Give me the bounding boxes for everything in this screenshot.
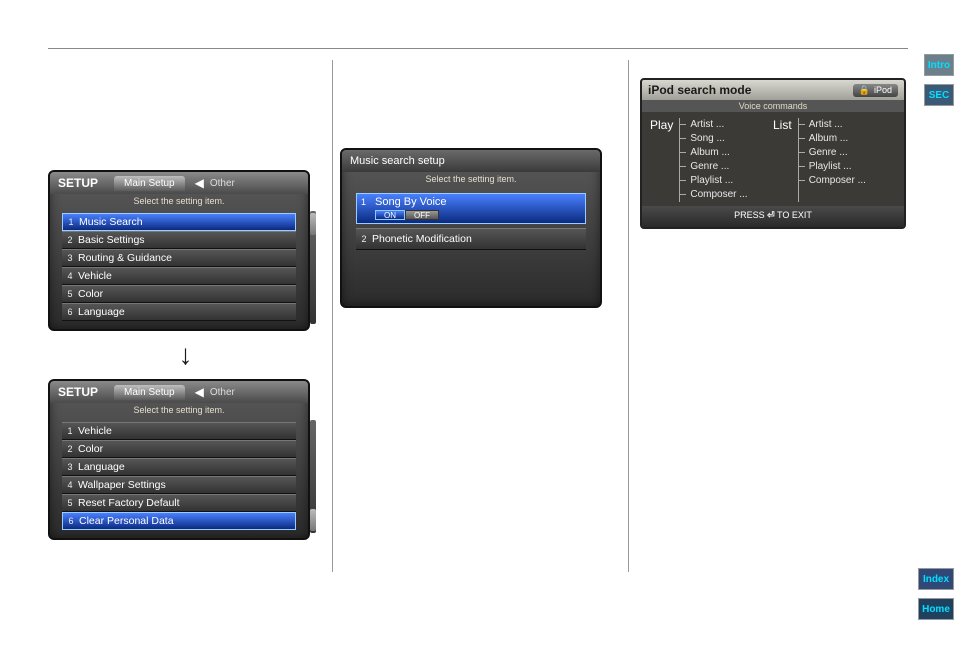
song-by-voice-toggle: ON OFF — [375, 210, 581, 220]
music-search-setup-screen: Music search setup Select the setting it… — [340, 148, 602, 308]
setup1-tab-other[interactable]: Other — [210, 178, 235, 189]
ipod-play-item[interactable]: Composer ... — [688, 188, 747, 202]
ipod-footer: PRESS ⏎ TO EXIT — [642, 206, 904, 227]
setup1-subtitle: Select the setting item. — [50, 194, 308, 209]
ipod-list-column: List Artist ... Album ... Genre ... Play… — [773, 118, 896, 202]
setup-screen-1: SETUP Main Setup ◀ Other Select the sett… — [48, 170, 310, 331]
left-arrow-icon[interactable]: ◀ — [195, 176, 204, 190]
menu-item-music-search[interactable]: 1Music Search — [62, 213, 296, 231]
menu-item-phonetic-modification[interactable]: 2 Phonetic Modification — [356, 228, 586, 250]
toggle-on-button[interactable]: ON — [375, 210, 405, 220]
lock-icon: 🔒 — [859, 85, 870, 96]
setup1-title: SETUP — [50, 176, 98, 190]
ipod-badge: 🔒 iPod — [853, 84, 898, 97]
menu-item-vehicle[interactable]: 4Vehicle — [62, 267, 296, 285]
menu-item-color[interactable]: 2Color — [62, 440, 296, 458]
setup2-subtitle: Select the setting item. — [50, 403, 308, 418]
ipod-list-item[interactable]: Album ... — [807, 132, 866, 146]
ipod-play-heading: Play — [650, 118, 673, 202]
ipod-play-column: Play Artist ... Song ... Album ... Genre… — [650, 118, 773, 202]
setup2-title: SETUP — [50, 385, 98, 399]
menu-item-vehicle[interactable]: 1Vehicle — [62, 422, 296, 440]
menu-item-reset-factory-default[interactable]: 5Reset Factory Default — [62, 494, 296, 512]
setup2-titlebar: SETUP Main Setup ◀ Other — [50, 381, 308, 403]
menu-item-wallpaper-settings[interactable]: 4Wallpaper Settings — [62, 476, 296, 494]
ipod-search-mode-screen: iPod search mode 🔒 iPod Voice commands P… — [640, 78, 906, 229]
nav-tab-home[interactable]: Home — [918, 598, 954, 620]
setup2-tab-other[interactable]: Other — [210, 387, 235, 398]
menu-item-basic-settings[interactable]: 2Basic Settings — [62, 231, 296, 249]
ipod-title: iPod search mode — [648, 83, 751, 97]
music-setup-titlebar: Music search setup — [342, 150, 600, 172]
ipod-play-item[interactable]: Playlist ... — [688, 174, 747, 188]
left-arrow-icon[interactable]: ◀ — [195, 385, 204, 399]
nav-tab-index[interactable]: Index — [918, 568, 954, 590]
menu-item-language[interactable]: 6Language — [62, 303, 296, 321]
setup-screen-2: SETUP Main Setup ◀ Other Select the sett… — [48, 379, 310, 540]
toggle-off-button[interactable]: OFF — [405, 210, 439, 220]
music-setup-title: Music search setup — [342, 155, 445, 167]
ipod-subtitle: Voice commands — [642, 100, 904, 112]
menu-item-color[interactable]: 5Color — [62, 285, 296, 303]
ipod-list-item[interactable]: Composer ... — [807, 174, 866, 188]
nav-tab-intro[interactable]: Intro — [924, 54, 954, 76]
ipod-titlebar: iPod search mode 🔒 iPod — [642, 80, 904, 100]
ipod-list-item[interactable]: Artist ... — [807, 118, 866, 132]
menu-item-language[interactable]: 3Language — [62, 458, 296, 476]
menu-item-clear-personal-data[interactable]: 6Clear Personal Data — [62, 512, 296, 530]
setup2-tab-main[interactable]: Main Setup — [114, 385, 185, 400]
ipod-play-item[interactable]: Artist ... — [688, 118, 747, 132]
column-divider-1 — [332, 60, 333, 572]
setup1-tab-main[interactable]: Main Setup — [114, 176, 185, 191]
arrow-down-icon: ↓ — [48, 339, 323, 371]
setup1-titlebar: SETUP Main Setup ◀ Other — [50, 172, 308, 194]
music-setup-subtitle: Select the setting item. — [342, 172, 600, 187]
ipod-list-item[interactable]: Genre ... — [807, 146, 866, 160]
column-divider-2 — [628, 60, 629, 572]
ipod-play-item[interactable]: Song ... — [688, 132, 747, 146]
ipod-list-item[interactable]: Playlist ... — [807, 160, 866, 174]
return-icon: ⏎ — [767, 210, 775, 220]
ipod-play-item[interactable]: Album ... — [688, 146, 747, 160]
menu-item-song-by-voice[interactable]: 1 Song By Voice ON OFF — [356, 193, 586, 224]
ipod-play-item[interactable]: Genre ... — [688, 160, 747, 174]
nav-tab-sec[interactable]: SEC — [924, 84, 954, 106]
page-divider — [48, 48, 908, 49]
menu-item-routing-guidance[interactable]: 3Routing & Guidance — [62, 249, 296, 267]
ipod-list-heading: List — [773, 118, 792, 202]
